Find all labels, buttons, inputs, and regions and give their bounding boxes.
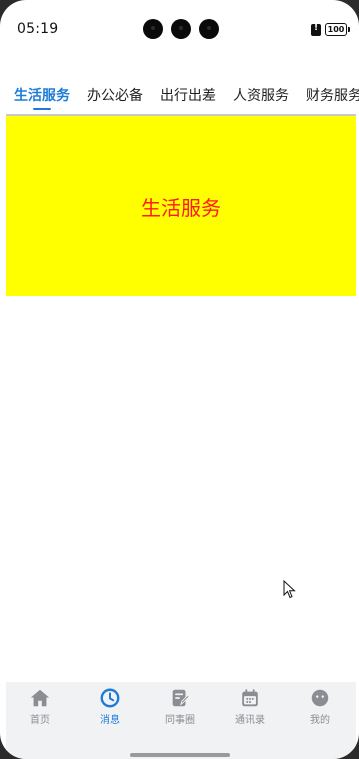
nav-item-profile[interactable]: 我的 <box>290 687 350 726</box>
clock-icon <box>100 688 120 708</box>
home-indicator[interactable] <box>130 753 230 757</box>
nav-label: 首页 <box>30 715 50 726</box>
tab-travel[interactable]: 出行出差 <box>160 85 216 105</box>
panel-title: 生活服务 <box>141 195 221 220</box>
tab-finance-services[interactable]: 财务服务 <box>306 85 359 105</box>
nav-label: 同事圈 <box>165 715 195 726</box>
phone-screen: 05:19 100 生活服务 办公必备 出行出差 人资服务 财务服务 生活服务 … <box>0 0 359 759</box>
content-panel: 生活服务 <box>6 116 356 296</box>
active-tab-indicator <box>33 108 51 110</box>
nav-item-contacts[interactable]: 通讯录 <box>220 687 280 726</box>
bottom-navigation: 首页 消息 同事圈 通讯录 我的 <box>6 682 356 759</box>
status-icons: 100 <box>311 23 350 36</box>
tab-office-essentials[interactable]: 办公必备 <box>87 85 143 105</box>
nav-label: 消息 <box>100 715 120 726</box>
status-time: 05:19 <box>17 21 59 37</box>
tab-life-services[interactable]: 生活服务 <box>14 85 70 105</box>
alert-icon <box>311 23 321 36</box>
tab-hr-services[interactable]: 人资服务 <box>233 85 289 105</box>
mouse-cursor-icon <box>283 580 296 599</box>
status-bar: 05:19 100 <box>0 0 359 58</box>
category-tabs: 生活服务 办公必备 出行出差 人资服务 财务服务 <box>0 75 359 115</box>
battery-icon: 100 <box>325 23 350 36</box>
nav-item-moments[interactable]: 同事圈 <box>150 687 210 726</box>
camera-icon <box>171 19 191 39</box>
nav-label: 通讯录 <box>235 715 265 726</box>
home-icon <box>30 689 50 707</box>
edit-icon <box>172 689 190 707</box>
nav-item-home[interactable]: 首页 <box>10 687 70 726</box>
profile-icon <box>311 689 329 707</box>
camera-icon <box>199 19 219 39</box>
camera-icon <box>143 19 163 39</box>
nav-item-messages[interactable]: 消息 <box>80 687 140 726</box>
nav-label: 我的 <box>310 715 330 726</box>
calendar-icon <box>242 689 258 707</box>
